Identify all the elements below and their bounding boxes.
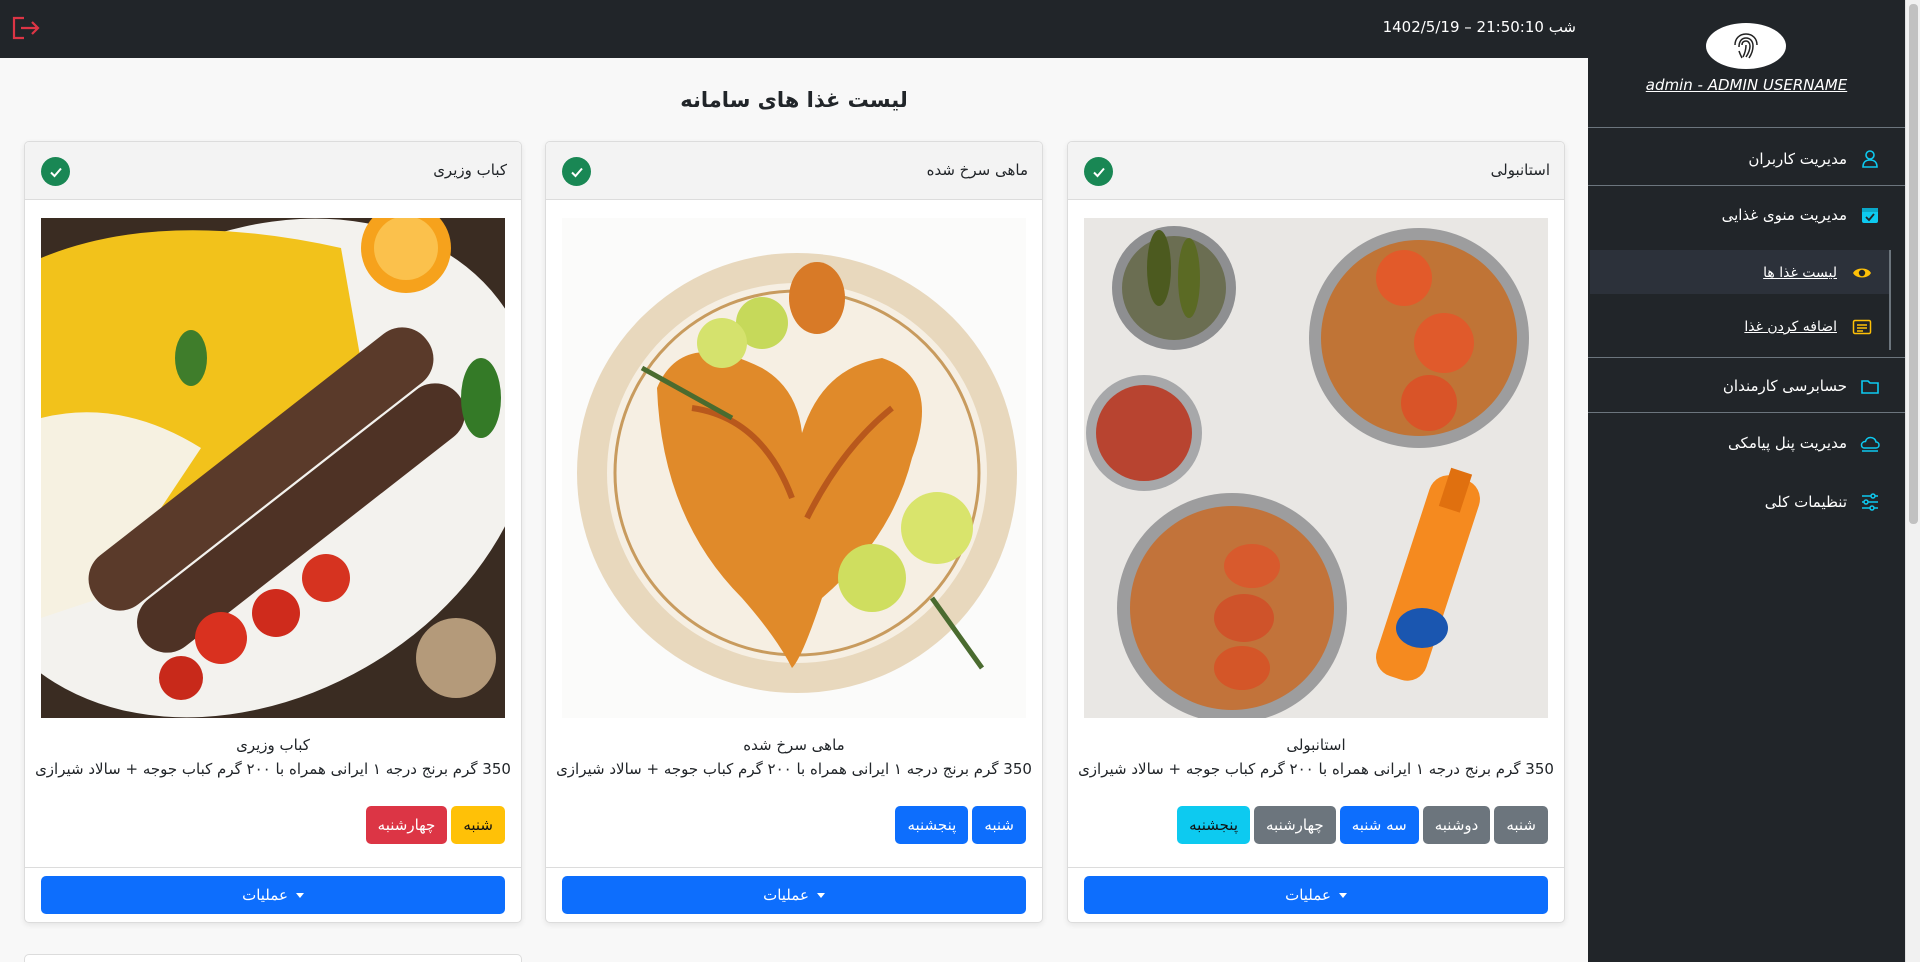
card-title: کباب وزیری [433, 161, 507, 179]
current-user-link[interactable]: admin - ADMIN USERNAME [1588, 76, 1905, 94]
day-badge-wednesday[interactable]: چهارشنبه [365, 806, 448, 844]
food-card: کباب وزیری کباب وزیری 350 گرم برنج درجه … [24, 141, 522, 923]
serving-days: شنبه دوشنبه سه شنبه چهارشنبه پنجشنبه [1177, 806, 1548, 844]
operations-dropdown-button[interactable]: عملیات [562, 876, 1026, 914]
day-badge-tuesday[interactable]: سه شنبه [1339, 806, 1419, 844]
caret-down-icon [1338, 892, 1347, 898]
card-footer-divider [546, 867, 1042, 868]
food-description: 350 گرم برنج درجه ۱ ایرانی همراه با ۲۰۰ … [35, 760, 511, 778]
sidebar-divider [1588, 127, 1905, 128]
sidebar-item-settings[interactable]: تنظیمات کلی [1765, 491, 1881, 513]
sliders-icon [1859, 491, 1881, 513]
folder-icon [1859, 375, 1881, 397]
sidebar-divider [1588, 357, 1905, 358]
operations-dropdown-button[interactable]: عملیات [41, 876, 505, 914]
food-name: ماهی سرخ شده [743, 736, 845, 754]
operations-label: عملیات [1285, 887, 1331, 904]
food-name: کباب وزیری [236, 736, 310, 754]
page-scrollbar[interactable] [1905, 0, 1920, 962]
day-badge-monday[interactable]: دوشنبه [1422, 806, 1491, 844]
fingerprint-logo-icon [1706, 23, 1786, 69]
card-title: استانبولی [1490, 161, 1550, 179]
serving-days: شنبه پنجشنبه [895, 806, 1026, 844]
day-badge-wednesday[interactable]: چهارشنبه [1254, 806, 1336, 844]
day-badge-thursday[interactable]: پنجشنبه [1177, 806, 1251, 844]
day-badge-saturday[interactable]: شنبه [1494, 806, 1548, 844]
card-header: استانبولی [1068, 142, 1564, 200]
sidebar-divider [1588, 185, 1905, 186]
sidebar-subitem-food-list[interactable]: لیست غذا ها [1763, 262, 1873, 284]
eye-icon [1851, 262, 1873, 284]
sidebar-subitem-label: اضافه کردن غذا [1744, 319, 1837, 335]
next-card-peek [24, 954, 522, 962]
user-icon [1859, 148, 1881, 170]
food-card: استانبولی استانبولی 350 گرم برنج درجه ۱ … [1067, 141, 1565, 923]
sidebar-item-food-menu[interactable]: مدیریت منوی غذایی [1722, 204, 1881, 226]
sidebar-item-label: حسابرسی کارمندان [1722, 377, 1847, 395]
sidebar-item-users[interactable]: مدیریت کاربران [1748, 148, 1881, 170]
day-badge-saturday[interactable]: شنبه [451, 806, 505, 844]
check-circle-icon [562, 157, 591, 186]
food-image [1084, 218, 1548, 718]
top-bar: شب 21:50:10 – 1402/5/19 [0, 0, 1588, 58]
sidebar-item-employee-audit[interactable]: حسابرسی کارمندان [1723, 375, 1881, 397]
check-circle-icon [41, 157, 70, 186]
card-title: ماهی سرخ شده [926, 161, 1028, 179]
logout-icon[interactable] [10, 14, 42, 42]
sidebar-item-label: مدیریت منوی غذایی [1721, 206, 1847, 224]
operations-label: عملیات [763, 887, 809, 904]
day-badge-saturday[interactable]: شنبه [972, 806, 1026, 844]
calendar-check-icon [1859, 204, 1881, 226]
card-header: کباب وزیری [25, 142, 521, 200]
sidebar-submenu-line [1889, 250, 1891, 350]
sidebar-item-label: مدیریت کاربران [1748, 150, 1847, 168]
card-footer-divider [25, 867, 521, 868]
sidebar: admin - ADMIN USERNAME مدیریت کاربران مد… [1588, 0, 1905, 962]
food-name: استانبولی [1286, 736, 1346, 754]
food-image [562, 218, 1026, 718]
sidebar-subitem-label: لیست غذا ها [1763, 265, 1837, 281]
day-badge-thursday[interactable]: پنجشنبه [895, 806, 969, 844]
datetime-display: شب 21:50:10 – 1402/5/19 [1382, 18, 1576, 36]
page-title: لیست غذا های سامانه [680, 88, 908, 112]
card-header: ماهی سرخ شده [546, 142, 1042, 200]
operations-dropdown-button[interactable]: عملیات [1084, 876, 1548, 914]
sidebar-subitem-add-food[interactable]: اضافه کردن غذا [1744, 316, 1873, 338]
food-description: 350 گرم برنج درجه ۱ ایرانی همراه با ۲۰۰ … [556, 760, 1032, 778]
sidebar-item-label: مدیریت پنل پیامکی [1728, 434, 1847, 452]
caret-down-icon [295, 892, 304, 898]
scrollbar-thumb[interactable] [1909, 4, 1918, 524]
card-text-icon [1851, 316, 1873, 338]
food-image [41, 218, 505, 718]
serving-days: شنبه چهارشنبه [365, 806, 505, 844]
food-description: 350 گرم برنج درجه ۱ ایرانی همراه با ۲۰۰ … [1078, 760, 1554, 778]
check-circle-icon [1084, 157, 1113, 186]
operations-label: عملیات [242, 887, 288, 904]
food-card: ماهی سرخ شده ماهی سرخ شده 350 گرم برنج د… [545, 141, 1043, 923]
sidebar-item-label: تنظیمات کلی [1764, 493, 1847, 511]
sidebar-item-sms-panel[interactable]: مدیریت پنل پیامکی [1728, 432, 1881, 454]
cloud-icon [1859, 432, 1881, 454]
sidebar-divider [1588, 412, 1905, 413]
caret-down-icon [816, 892, 825, 898]
card-footer-divider [1068, 867, 1564, 868]
